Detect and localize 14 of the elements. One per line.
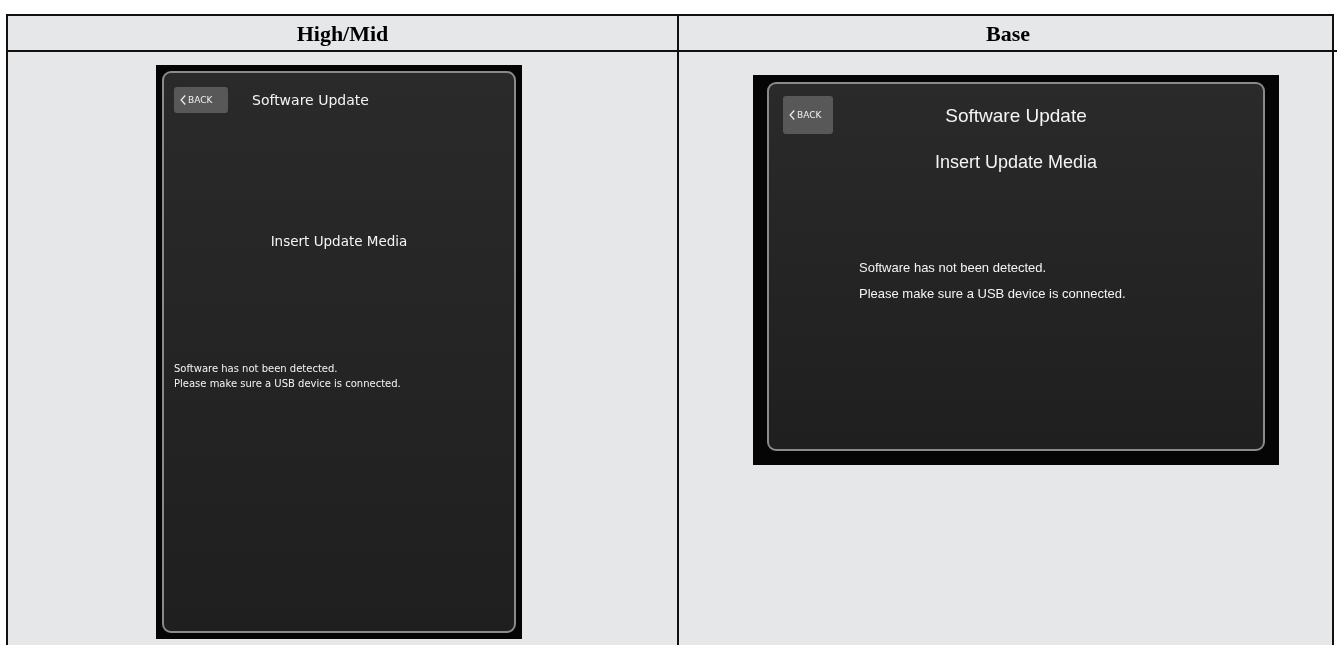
back-button[interactable]: BACK	[174, 87, 228, 113]
message-text: Software has not been detected.	[174, 362, 339, 376]
column-heading: Base	[679, 16, 1337, 52]
column-heading: High/Mid	[8, 16, 677, 52]
screen-heading: Insert Update Media	[269, 233, 409, 249]
screen-title: Software Update	[252, 92, 369, 108]
message-text: Please make sure a USB device is connected.	[859, 285, 1127, 303]
chevron-left-icon	[789, 109, 795, 121]
message-text: Please make sure a USB device is connected.	[174, 377, 402, 391]
chevron-left-icon	[180, 94, 186, 106]
message-text: Software has not been detected.	[859, 259, 1048, 277]
screen-heading: Insert Update Media	[933, 152, 1099, 173]
screen-title: Software Update	[944, 105, 1088, 127]
back-button[interactable]: BACK	[783, 96, 833, 134]
